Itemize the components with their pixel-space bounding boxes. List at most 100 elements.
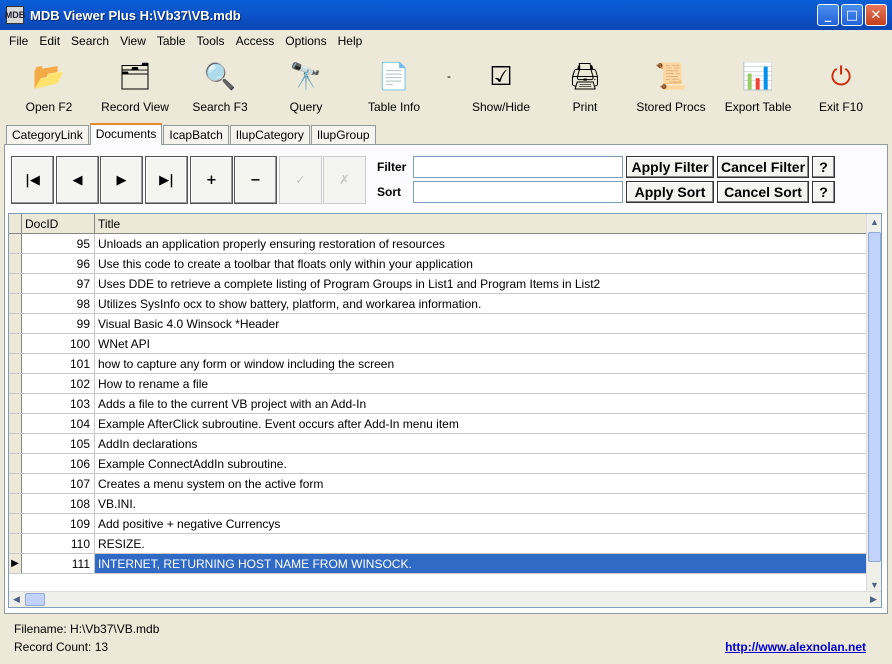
filter-input[interactable] — [413, 156, 623, 178]
row-selector[interactable]: ▶ — [9, 554, 22, 573]
menu-tools[interactable]: Tools — [192, 32, 231, 52]
cell-title[interactable]: Utilizes SysInfo ocx to show battery, pl… — [95, 294, 869, 313]
cell-docid[interactable]: 103 — [22, 394, 95, 413]
cell-title[interactable]: Example AfterClick subroutine. Event occ… — [95, 414, 869, 433]
maximize-button[interactable]: □ — [841, 4, 863, 26]
cell-docid[interactable]: 106 — [22, 454, 95, 473]
cell-title[interactable]: Add positive + negative Currencys — [95, 514, 869, 533]
cell-docid[interactable]: 95 — [22, 234, 95, 253]
row-selector[interactable] — [9, 474, 22, 493]
print-button[interactable]: 🖨 Print — [548, 56, 622, 120]
data-grid[interactable]: DocID Title 95 Unloads an application pro… — [8, 213, 882, 608]
menu-help[interactable]: Help — [333, 32, 369, 52]
cell-title[interactable]: VB.INI. — [95, 494, 869, 513]
column-header-title[interactable]: Title — [95, 214, 869, 233]
menu-table[interactable]: Table — [152, 32, 192, 52]
row-selector[interactable] — [9, 374, 22, 393]
row-selector[interactable] — [9, 454, 22, 473]
table-row[interactable]: 96 Use this code to create a toolbar that… — [9, 254, 869, 274]
cell-title[interactable]: INTERNET, RETURNING HOST NAME FROM WINSO… — [95, 554, 869, 573]
row-selector[interactable] — [9, 294, 22, 313]
cell-title[interactable]: How to rename a file — [95, 374, 869, 393]
menu-access[interactable]: Access — [231, 32, 281, 52]
scroll-right-arrow-icon[interactable]: ▶ — [866, 592, 881, 607]
tab-ilupcategory[interactable]: IlupCategory — [229, 125, 310, 144]
table-row[interactable]: 99 Visual Basic 4.0 Winsock *Header — [9, 314, 869, 334]
cell-title[interactable]: AddIn declarations — [95, 434, 869, 453]
query-button[interactable]: 🔭 Query — [268, 56, 344, 120]
table-row[interactable]: 97 Uses DDE to retrieve a complete listin… — [9, 274, 869, 294]
row-selector[interactable] — [9, 414, 22, 433]
row-selector[interactable] — [9, 434, 22, 453]
cell-docid[interactable]: 107 — [22, 474, 95, 493]
tab-documents[interactable]: Documents — [89, 123, 163, 145]
last-record-button[interactable]: ▶| — [145, 156, 188, 204]
open-button[interactable]: 📂 Open F2 — [0, 56, 98, 120]
row-selector[interactable] — [9, 494, 22, 513]
cell-title[interactable]: Adds a file to the current VB project wi… — [95, 394, 869, 413]
cell-docid[interactable]: 100 — [22, 334, 95, 353]
cell-title[interactable]: Creates a menu system on the active form — [95, 474, 869, 493]
close-button[interactable]: ✕ — [865, 4, 887, 26]
row-selector[interactable] — [9, 254, 22, 273]
table-row[interactable]: 109 Add positive + negative Currencys — [9, 514, 869, 534]
website-link[interactable]: http://www.alexnolan.net — [725, 640, 866, 654]
menu-edit[interactable]: Edit — [34, 32, 66, 52]
cell-title[interactable]: RESIZE. — [95, 534, 869, 553]
cell-docid[interactable]: 101 — [22, 354, 95, 373]
cell-title[interactable]: WNet API — [95, 334, 869, 353]
cancel-sort-button[interactable]: Cancel Sort — [717, 181, 809, 203]
apply-filter-button[interactable]: Apply Filter — [626, 156, 714, 178]
scroll-left-arrow-icon[interactable]: ◀ — [9, 592, 24, 607]
filter-help-button[interactable]: ? — [812, 156, 835, 178]
cell-title[interactable]: Use this code to create a toolbar that f… — [95, 254, 869, 273]
table-row[interactable]: 98 Utilizes SysInfo ocx to show battery, … — [9, 294, 869, 314]
horizontal-scroll-thumb[interactable] — [25, 593, 45, 606]
scroll-down-arrow-icon[interactable]: ▼ — [867, 577, 881, 592]
table-info-button[interactable]: 📄 Table Info — [344, 56, 444, 120]
row-selector[interactable] — [9, 334, 22, 353]
apply-sort-button[interactable]: Apply Sort — [626, 181, 714, 203]
menu-file[interactable]: File — [4, 32, 34, 52]
vertical-scroll-thumb[interactable] — [868, 232, 881, 562]
table-row[interactable]: 104 Example AfterClick subroutine. Event … — [9, 414, 869, 434]
show-hide-button[interactable]: ☑ Show/Hide — [454, 56, 548, 120]
menu-search[interactable]: Search — [66, 32, 115, 52]
table-row[interactable]: 95 Unloads an application properly ensuri… — [9, 234, 869, 254]
sort-help-button[interactable]: ? — [812, 181, 835, 203]
row-selector[interactable] — [9, 274, 22, 293]
table-row[interactable]: 103 Adds a file to the current VB project… — [9, 394, 869, 414]
cancel-filter-button[interactable]: Cancel Filter — [717, 156, 809, 178]
minimize-button[interactable]: _ — [817, 4, 839, 26]
table-row[interactable]: 110 RESIZE. — [9, 534, 869, 554]
cell-docid[interactable]: 104 — [22, 414, 95, 433]
cell-docid[interactable]: 98 — [22, 294, 95, 313]
table-row[interactable]: 108 VB.INI. — [9, 494, 869, 514]
menu-view[interactable]: View — [115, 32, 152, 52]
search-button[interactable]: 🔍 Search F3 — [172, 56, 268, 120]
vertical-scrollbar[interactable]: ▲ ▼ — [866, 214, 881, 592]
table-row[interactable]: 105 AddIn declarations — [9, 434, 869, 454]
row-selector[interactable] — [9, 314, 22, 333]
cell-title[interactable]: Uses DDE to retrieve a complete listing … — [95, 274, 869, 293]
tab-categorylink[interactable]: CategoryLink — [6, 125, 89, 144]
tab-ilupgroup[interactable]: IlupGroup — [310, 125, 376, 144]
cell-docid[interactable]: 105 — [22, 434, 95, 453]
row-selector[interactable] — [9, 534, 22, 553]
confirm-edit-button[interactable]: ✓ — [279, 156, 322, 204]
cell-docid[interactable]: 111 — [22, 554, 95, 573]
cell-title[interactable]: how to capture any form or window includ… — [95, 354, 869, 373]
horizontal-scrollbar[interactable]: ◀ ▶ — [9, 591, 881, 607]
cell-docid[interactable]: 109 — [22, 514, 95, 533]
cell-docid[interactable]: 108 — [22, 494, 95, 513]
menu-options[interactable]: Options — [280, 32, 332, 52]
scroll-up-arrow-icon[interactable]: ▲ — [867, 214, 881, 229]
export-table-button[interactable]: 📊 Export Table — [720, 56, 796, 120]
column-header-docid[interactable]: DocID — [22, 214, 95, 233]
row-selector[interactable] — [9, 234, 22, 253]
next-record-button[interactable]: ▶ — [100, 156, 143, 204]
table-row[interactable]: 102 How to rename a file — [9, 374, 869, 394]
cell-title[interactable]: Unloads an application properly ensuring… — [95, 234, 869, 253]
row-selector[interactable] — [9, 394, 22, 413]
record-view-button[interactable]: 🗂 Record View — [98, 56, 172, 120]
